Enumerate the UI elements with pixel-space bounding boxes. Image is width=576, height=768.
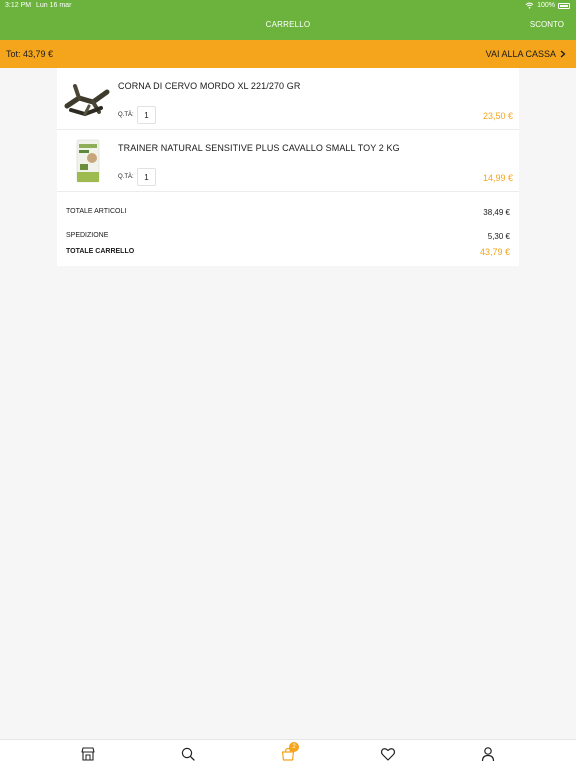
store-icon <box>81 747 95 761</box>
cart-total-value: 43,79 € <box>479 247 510 257</box>
total-bar: Tot: 43,79 € VAI ALLA CASSA <box>0 40 576 68</box>
item-price: 23,50 € <box>482 111 513 121</box>
qty-label: Q.TÀ: <box>118 112 134 118</box>
heart-icon <box>380 748 396 761</box>
cart-count-badge: 2 <box>289 742 299 752</box>
item-title: TRAINER NATURAL SENSITIVE PLUS CAVALLO S… <box>118 143 400 153</box>
item-price: 14,99 € <box>482 173 513 183</box>
page-title: CARRELLO <box>265 20 311 29</box>
antler-chew-image <box>63 76 111 122</box>
shipping-value: 5,30 € <box>487 232 510 241</box>
tab-cart[interactable]: 2 <box>278 742 299 764</box>
cart-total-summary: Tot: 43,79 € <box>6 49 54 59</box>
quantity-field[interactable]: 1 <box>137 168 156 186</box>
shipping-label: SPEDIZIONE <box>66 232 109 239</box>
checkout-button[interactable]: VAI ALLA CASSA <box>486 49 566 59</box>
cart-total-label: TOTALE CARRELLO <box>66 248 135 255</box>
tab-store[interactable] <box>78 746 98 764</box>
battery-icon <box>558 2 570 9</box>
tab-wishlist[interactable] <box>378 746 398 764</box>
dog-food-bag-image <box>63 138 111 184</box>
checkout-label: VAI ALLA CASSA <box>485 49 556 59</box>
quantity-field[interactable]: 1 <box>137 106 156 124</box>
bottom-tab-bar: 2 <box>0 739 576 768</box>
item-title: CORNA DI CERVO MORDO XL 221/270 GR <box>118 81 301 91</box>
search-icon <box>181 747 195 761</box>
chevron-right-icon <box>560 50 566 58</box>
cart-item[interactable]: TRAINER NATURAL SENSITIVE PLUS CAVALLO S… <box>57 130 519 192</box>
items-total-label: TOTALE ARTICOLI <box>66 208 127 215</box>
app-header: 3:12 PM Lun 16 mar 100% CARRELLO SCONTO <box>0 0 576 40</box>
status-indicators: 100% <box>525 2 570 9</box>
discount-button[interactable]: SCONTO <box>530 20 564 29</box>
user-icon <box>481 747 495 762</box>
cart-item[interactable]: CORNA DI CERVO MORDO XL 221/270 GR Q.TÀ:… <box>57 68 519 130</box>
qty-label: Q.TÀ: <box>118 174 134 180</box>
tab-account[interactable] <box>478 746 498 764</box>
status-date: Lun 16 mar <box>36 2 72 9</box>
status-time: 3:12 PM <box>5 2 32 9</box>
wifi-icon <box>525 2 534 9</box>
battery-percent: 100% <box>537 2 555 9</box>
items-total-value: 38,49 € <box>483 208 510 217</box>
tab-search[interactable] <box>178 746 198 764</box>
cart-card: CORNA DI CERVO MORDO XL 221/270 GR Q.TÀ:… <box>57 68 519 266</box>
